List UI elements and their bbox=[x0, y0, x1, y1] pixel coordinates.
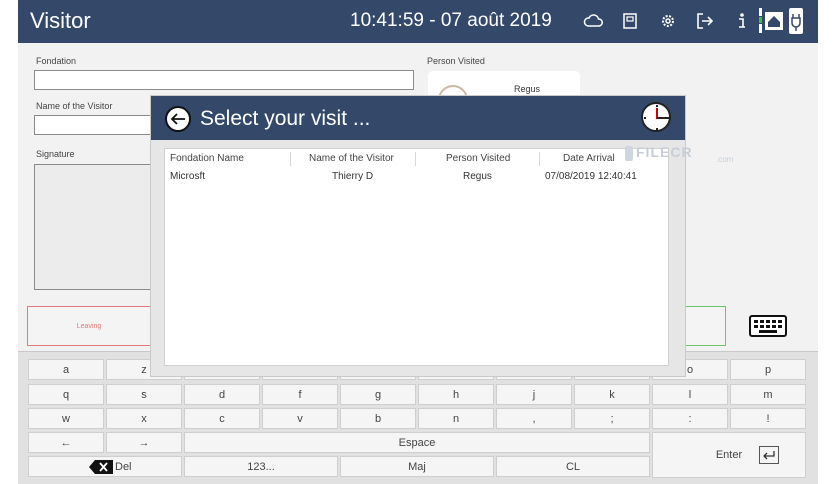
key-s[interactable]: s bbox=[106, 384, 182, 405]
keyboard-icon[interactable] bbox=[749, 315, 787, 337]
app-title: Visitor bbox=[30, 8, 91, 33]
key-right-arrow[interactable]: → bbox=[106, 432, 182, 453]
key-enter[interactable]: Enter bbox=[652, 432, 806, 478]
watermark-logo-icon bbox=[625, 146, 633, 161]
key-space[interactable]: Espace bbox=[184, 432, 650, 453]
backspace-icon bbox=[89, 460, 113, 474]
enter-icon bbox=[759, 446, 779, 464]
key-numbers[interactable]: 123... bbox=[184, 456, 338, 477]
watermark-suffix: .com bbox=[716, 155, 734, 164]
column-separator bbox=[415, 152, 416, 166]
visit-list[interactable]: Fondation Name Name of the Visitor Perso… bbox=[164, 148, 669, 366]
key-b[interactable]: b bbox=[340, 408, 416, 429]
signature-label: Signature bbox=[36, 149, 75, 159]
app-header: Visitor 10:41:59 - 07 août 2019 bbox=[18, 0, 818, 43]
key-caps-lock[interactable]: CL bbox=[496, 456, 650, 477]
key-semicolon[interactable]: ; bbox=[574, 408, 650, 429]
key-n[interactable]: n bbox=[418, 408, 494, 429]
document-icon[interactable] bbox=[619, 9, 641, 33]
watermark-brand: FILECR bbox=[636, 144, 693, 160]
cell-visitor: Thierry D bbox=[332, 171, 374, 182]
visitor-name-input[interactable] bbox=[34, 115, 154, 135]
dialog-title: Select your visit ... bbox=[200, 107, 371, 130]
key-g[interactable]: g bbox=[340, 384, 416, 405]
key-p[interactable]: p bbox=[730, 359, 806, 380]
column-separator bbox=[539, 152, 540, 166]
key-c[interactable]: c bbox=[184, 408, 260, 429]
enter-label: Enter bbox=[715, 449, 743, 461]
key-comma[interactable]: , bbox=[496, 408, 572, 429]
confirm-button[interactable] bbox=[684, 306, 726, 346]
cell-fondation: Microsft bbox=[170, 171, 205, 182]
key-j[interactable]: j bbox=[496, 384, 572, 405]
key-h[interactable]: h bbox=[418, 384, 494, 405]
key-del[interactable]: Del bbox=[28, 456, 182, 477]
leaving-button[interactable]: Leaving bbox=[27, 306, 151, 346]
select-visit-dialog: Select your visit ... Fondation Name Nam… bbox=[151, 96, 685, 376]
key-x[interactable]: x bbox=[106, 408, 182, 429]
key-k[interactable]: k bbox=[574, 384, 650, 405]
barcode-house-icon[interactable] bbox=[758, 8, 786, 33]
signature-pad[interactable] bbox=[34, 164, 154, 290]
key-m[interactable]: m bbox=[730, 384, 806, 405]
cloud-icon[interactable] bbox=[582, 9, 604, 33]
info-icon[interactable] bbox=[731, 9, 753, 33]
column-separator bbox=[290, 152, 291, 166]
key-shift[interactable]: Maj bbox=[340, 456, 494, 477]
logout-icon[interactable] bbox=[694, 9, 716, 33]
cell-date: 07/08/2019 12:40:41 bbox=[545, 171, 637, 182]
key-colon[interactable]: : bbox=[652, 408, 728, 429]
key-exclamation[interactable]: ! bbox=[730, 408, 806, 429]
cell-person: Regus bbox=[463, 171, 492, 182]
key-l[interactable]: l bbox=[652, 384, 728, 405]
person-visited-label: Person Visited bbox=[427, 56, 485, 66]
column-header-visitor[interactable]: Name of the Visitor bbox=[309, 153, 394, 164]
visitor-name-label: Name of the Visitor bbox=[36, 101, 113, 111]
column-header-person[interactable]: Person Visited bbox=[446, 153, 510, 164]
key-a[interactable]: a bbox=[28, 359, 104, 380]
fondation-input[interactable] bbox=[34, 70, 414, 90]
del-label: Del bbox=[115, 461, 132, 473]
fondation-label: Fondation bbox=[36, 56, 77, 66]
key-d[interactable]: d bbox=[184, 384, 260, 405]
gear-icon[interactable] bbox=[657, 9, 679, 33]
clock-icon bbox=[641, 102, 671, 132]
key-f[interactable]: f bbox=[262, 384, 338, 405]
power-plug-icon[interactable] bbox=[788, 8, 804, 34]
key-w[interactable]: w bbox=[28, 408, 104, 429]
dialog-header: Select your visit ... bbox=[151, 96, 685, 140]
person-visited-name: Regus bbox=[514, 84, 541, 94]
column-header-date[interactable]: Date Arrival bbox=[563, 153, 615, 164]
key-v[interactable]: v bbox=[262, 408, 338, 429]
back-arrow-icon[interactable] bbox=[165, 106, 191, 132]
key-left-arrow[interactable]: ← bbox=[28, 432, 104, 453]
column-header-fondation[interactable]: Fondation Name bbox=[170, 153, 244, 164]
key-q[interactable]: q bbox=[28, 384, 104, 405]
datetime-display: 10:41:59 - 07 août 2019 bbox=[350, 10, 552, 31]
